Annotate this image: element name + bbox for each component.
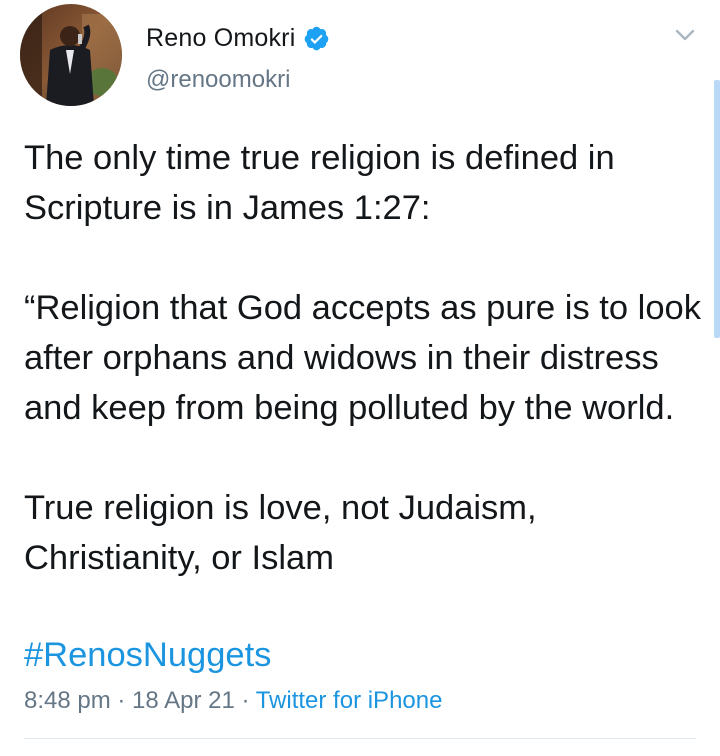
tweet-line: Scripture is in James 1:27: <box>24 189 431 227</box>
user-handle[interactable]: @renoomokri <box>146 66 330 94</box>
divider <box>24 738 696 739</box>
avatar-photo <box>20 4 122 106</box>
tweet-line: True religion is love, not Judaism, <box>24 489 537 527</box>
tweet-line: “Religion that God accepts as pure is to… <box>24 289 701 327</box>
display-name[interactable]: Reno Omokri <box>146 24 295 53</box>
verified-badge-icon <box>305 26 329 50</box>
tweet-time[interactable]: 8:48 pm <box>24 687 111 714</box>
tweet-line: and keep from being polluted by the worl… <box>24 389 675 427</box>
tweet-line: The only time true religion is defined i… <box>24 139 615 177</box>
meta-separator: · <box>234 687 256 714</box>
hashtag-link[interactable]: #RenosNuggets <box>24 630 271 680</box>
chevron-down-icon[interactable] <box>670 20 700 50</box>
meta-separator: · <box>110 687 133 714</box>
scrollbar[interactable] <box>714 80 720 338</box>
tweet-metadata: 8:48 pm · 18 Apr 21 · Twitter for iPhone <box>24 683 442 719</box>
tweet-detail: Reno Omokri @renoomokri The only time tr… <box>0 0 720 756</box>
tweet-text: The only time true religion is defined i… <box>24 133 704 583</box>
tweet-date[interactable]: 18 Apr 21 <box>132 687 235 714</box>
name-row: Reno Omokri <box>146 20 330 56</box>
author-info[interactable]: Reno Omokri @renoomokri <box>146 20 330 94</box>
avatar[interactable] <box>20 4 122 106</box>
tweet-line: after orphans and widows in their distre… <box>24 339 659 377</box>
tweet-line: Christianity, or Islam <box>24 539 334 577</box>
tweet-source-link[interactable]: Twitter for iPhone <box>256 687 443 714</box>
